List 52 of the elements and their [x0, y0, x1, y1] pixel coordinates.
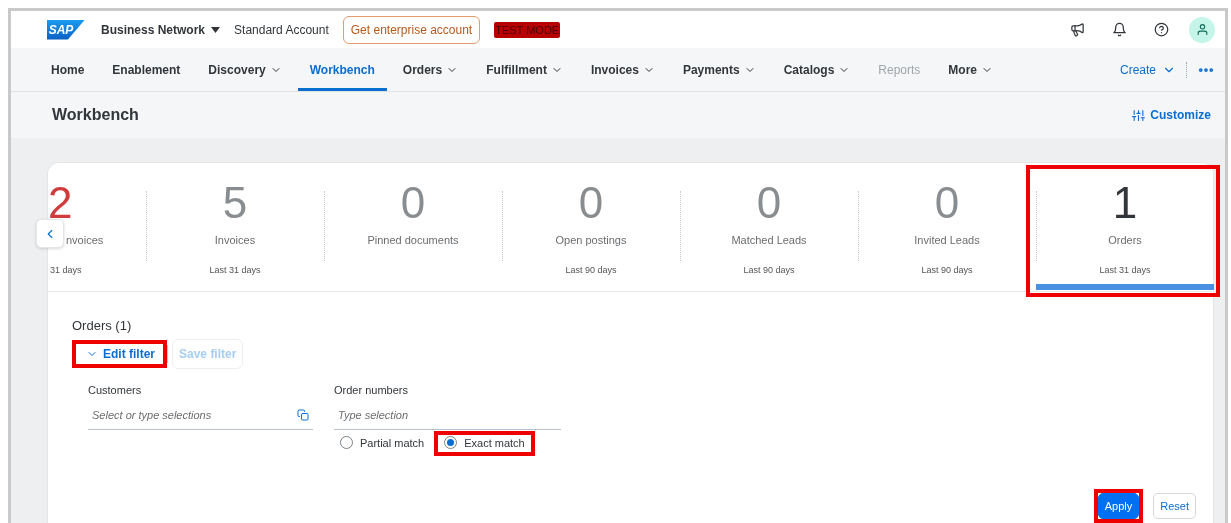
mode-badge: TEST MODE	[494, 21, 561, 38]
stat-tile[interactable]: 0 Invited Leads Last 90 days	[858, 163, 1036, 291]
nav-tab[interactable]: Home	[39, 48, 97, 91]
nav-tab[interactable]: Fulfillment	[474, 48, 575, 91]
stat-tile[interactable]: 0 Open postings Last 90 days	[502, 163, 680, 291]
tile-period: Last 31 days	[1099, 265, 1151, 275]
upgrade-button[interactable]: Get enterprise account	[342, 15, 481, 44]
nav-tab[interactable]: Discovery	[196, 48, 294, 91]
tile-label: Pinned documents	[367, 234, 459, 248]
caret-icon	[211, 26, 221, 33]
tile-label: nvoices	[65, 234, 104, 248]
section-title: Orders (1)	[72, 318, 133, 333]
field-label: Order numbers	[334, 384, 409, 396]
stat-tile[interactable]: 1 Orders Last 31 days	[1036, 163, 1214, 291]
radio-option[interactable]: Partial match	[334, 432, 431, 453]
nav-tab[interactable]: Catalogs	[771, 48, 863, 91]
tile-period: Last 90 days	[565, 265, 617, 275]
field-label: Customers	[88, 384, 143, 396]
input-field[interactable]: Select or type selections	[88, 400, 313, 430]
stat-tile[interactable]: 0 Pinned documents	[324, 163, 502, 291]
sap-logo: SAP	[47, 19, 85, 40]
tile-label: Orders	[1108, 234, 1142, 248]
value-help-icon[interactable]	[297, 408, 309, 421]
stat-tile[interactable]: 5 Invoices Last 31 days	[146, 163, 324, 291]
tile-label: Invoices	[214, 234, 256, 248]
nav-tab[interactable]: Enablement	[100, 48, 193, 91]
nav-tab[interactable]: More	[936, 48, 1005, 91]
tile-count[interactable]: 1	[1112, 185, 1138, 221]
create-menu[interactable]: Create	[1119, 48, 1176, 91]
sliders-icon	[1132, 108, 1146, 122]
stat-tile[interactable]: 0 Matched Leads Last 90 days	[680, 163, 858, 291]
customize-link[interactable]: Customize	[1132, 108, 1211, 122]
avatar-icon[interactable]	[1189, 16, 1215, 43]
stat-tile[interactable]: 2 nvoices 31 days	[48, 163, 146, 291]
tile-label: Invited Leads	[914, 234, 980, 248]
tile-period: 31 days	[49, 265, 82, 275]
tile-period: Last 90 days	[743, 265, 795, 275]
product-menu[interactable]: Business Network	[101, 22, 221, 37]
tile-label: Matched Leads	[731, 234, 807, 248]
page-title: Workbench	[52, 106, 139, 124]
tile-label: Open postings	[555, 234, 627, 248]
edit-filter-button[interactable]: Edit filter	[72, 340, 163, 368]
nav-tab[interactable]: Orders	[390, 48, 471, 91]
reset-button[interactable]: Reset	[1153, 493, 1196, 519]
tile-count[interactable]: 2	[48, 185, 73, 221]
nav-tab[interactable]: Invoices	[578, 48, 667, 91]
radio-option[interactable]: Exact match	[438, 432, 531, 453]
input-field[interactable]: Type selection	[334, 400, 561, 430]
tile-period: Last 90 days	[921, 265, 973, 275]
tile-period: Last 31 days	[209, 265, 261, 275]
nav-tab[interactable]: Payments	[670, 48, 768, 91]
account-type: Standard Account	[234, 22, 329, 37]
